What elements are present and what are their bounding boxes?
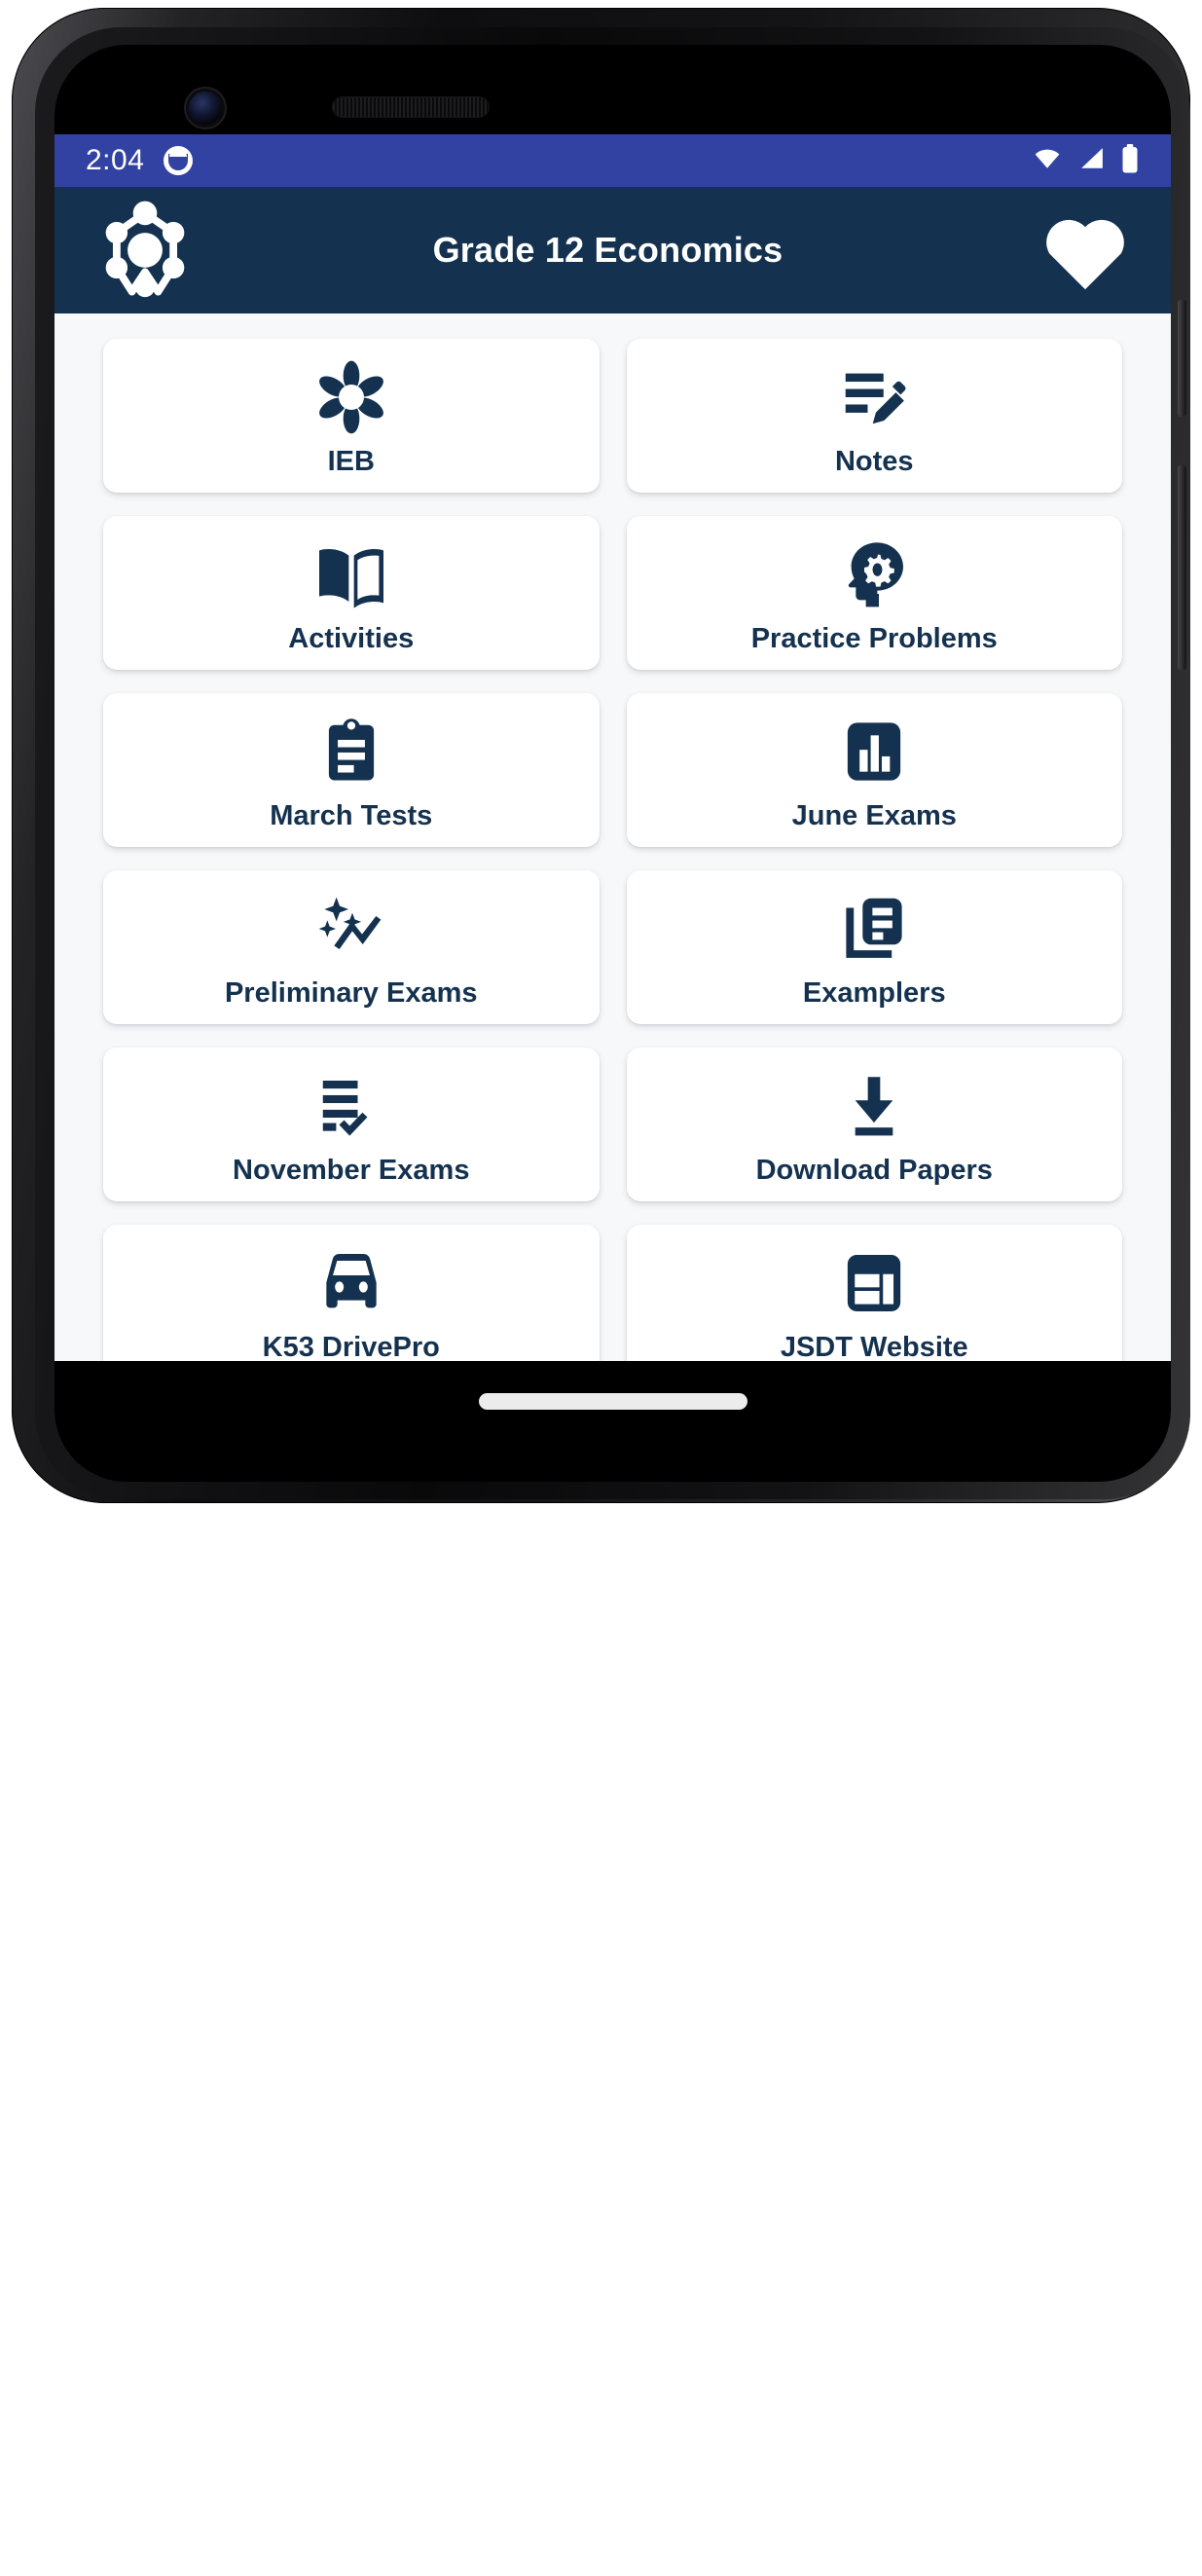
grid-card-march-tests[interactable]: March Tests: [103, 693, 600, 847]
grid-card-notes[interactable]: Notes: [626, 339, 1122, 493]
earpiece-speaker: [333, 97, 489, 117]
status-bar-right: [1031, 143, 1140, 178]
grid-card-label: Activities: [288, 622, 415, 654]
grid-card-label: Preliminary Exams: [224, 976, 478, 1009]
grid-card-activities[interactable]: Activities: [103, 516, 600, 670]
grid-card-practice-problems[interactable]: Practice Problems: [626, 516, 1122, 670]
grid-card-ieb[interactable]: IEB: [103, 339, 600, 493]
flower-icon: [310, 356, 392, 438]
grid-card-label: Notes: [834, 445, 914, 477]
home-gesture-bar[interactable]: [478, 1393, 747, 1410]
grid-card-download-papers[interactable]: Download Papers: [626, 1048, 1122, 1201]
page-title: Grade 12 Economics: [432, 230, 783, 270]
front-camera: [189, 92, 222, 125]
app-notification-icon: [164, 146, 194, 175]
grid-card-november-exams[interactable]: November Exams: [103, 1048, 600, 1201]
grid-card-label: IEB: [327, 445, 375, 477]
cellular-signal-icon: [1077, 146, 1107, 176]
head-gear-psychology-icon: [833, 534, 915, 615]
grid-card-label: Practice Problems: [750, 622, 998, 654]
grid-card-k53-drivepro[interactable]: K53 DrivePro: [103, 1225, 600, 1361]
grid-card-label: March Tests: [270, 799, 433, 831]
power-button[interactable]: [1178, 300, 1186, 417]
feature-grid: IEB Notes Activities Practice Problems M…: [55, 313, 1171, 1361]
volume-button[interactable]: [1178, 465, 1186, 670]
web-layout-icon: [833, 1242, 915, 1324]
auto-graph-sparkle-icon: [310, 888, 392, 970]
note-edit-icon: [833, 356, 915, 438]
bar-chart-icon: [833, 711, 915, 792]
phone-screen: 2:04 Grade 12 Economics IEB Notes Activi…: [55, 45, 1171, 1482]
grid-card-label: K53 DrivePro: [262, 1331, 440, 1361]
grid-card-label: November Exams: [233, 1154, 470, 1186]
wifi-icon: [1031, 146, 1064, 176]
playlist-check-icon: [310, 1065, 392, 1147]
grid-card-examplers[interactable]: Examplers: [626, 870, 1122, 1024]
status-bar: 2:04: [55, 134, 1171, 187]
library-documents-icon: [833, 888, 915, 970]
grid-card-label: Examplers: [802, 976, 946, 1009]
grid-card-label: June Exams: [791, 799, 957, 831]
favorite-heart-button[interactable]: [1033, 202, 1138, 298]
grid-card-preliminary-exams[interactable]: Preliminary Exams: [103, 870, 600, 1024]
battery-full-icon: [1120, 143, 1140, 178]
open-book-icon: [310, 534, 392, 615]
download-icon: [833, 1065, 915, 1147]
grid-card-label: Download Papers: [755, 1154, 993, 1186]
grid-card-jsdt-website[interactable]: JSDT Website: [626, 1225, 1122, 1361]
status-bar-left: 2:04: [86, 144, 194, 177]
phone-device-frame: 2:04 Grade 12 Economics IEB Notes Activi…: [12, 8, 1190, 1503]
app-bar: Grade 12 Economics: [55, 187, 1171, 313]
heart-filled-icon: [1046, 219, 1124, 290]
grid-card-june-exams[interactable]: June Exams: [626, 693, 1122, 847]
clipboard-list-icon: [310, 711, 392, 792]
grid-card-label: JSDT Website: [780, 1331, 968, 1361]
car-front-icon: [310, 1242, 392, 1324]
status-bar-clock: 2:04: [86, 144, 145, 176]
